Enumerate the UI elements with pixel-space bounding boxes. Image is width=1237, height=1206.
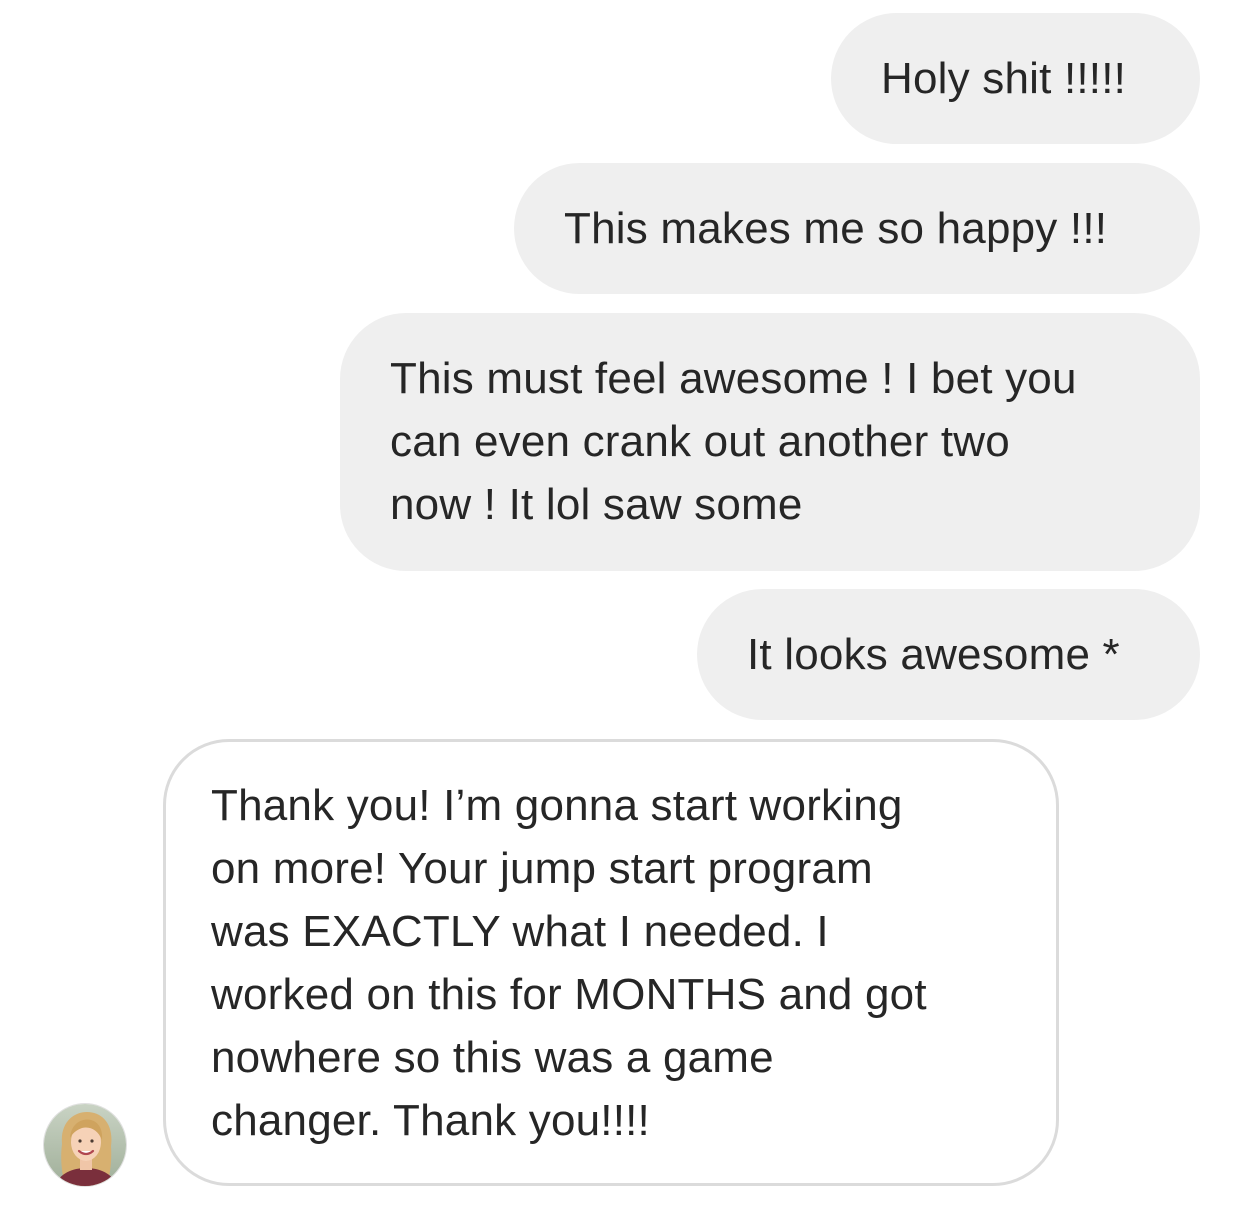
outgoing-message-bubble[interactable]: This must feel awesome ! I bet you can e… [340, 313, 1200, 571]
outgoing-message-bubble[interactable]: It looks awesome * [697, 589, 1200, 720]
outgoing-message-bubble[interactable]: This makes me so happy !!! [514, 163, 1200, 294]
contact-avatar[interactable] [43, 1103, 127, 1187]
profile-photo-avatar-icon [44, 1104, 126, 1186]
incoming-message-bubble[interactable]: Thank you! I’m gonna start working on mo… [163, 739, 1059, 1186]
outgoing-message-bubble[interactable]: Holy shit !!!!! [831, 13, 1200, 144]
